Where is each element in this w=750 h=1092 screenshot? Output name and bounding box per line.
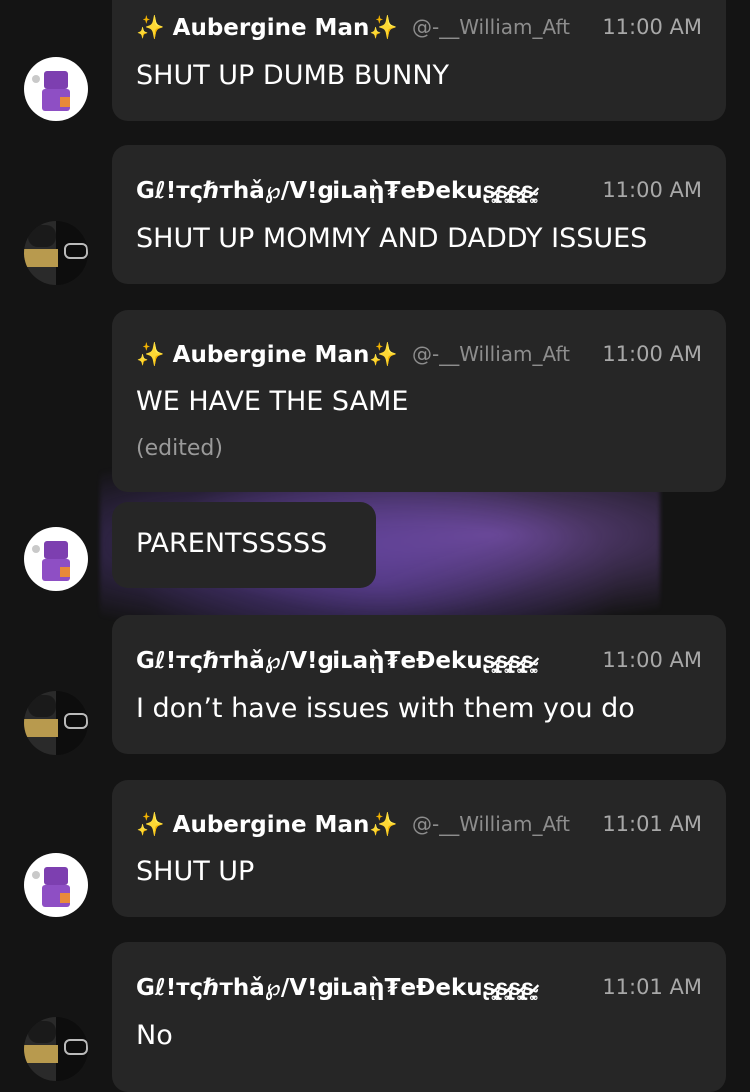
user-handle: @-__William_Aft	[411, 15, 571, 39]
username[interactable]: ✨ Aubergine Man✨	[136, 341, 398, 368]
message-bubble[interactable]: ✨ Aubergine Man✨ @-__William_Aft 11:00 A…	[112, 0, 726, 121]
message-text: I don’t have issues with them you do	[136, 693, 635, 724]
user-avatar-purple[interactable]	[24, 57, 88, 121]
user-handle: @-__William_Aft	[411, 342, 571, 366]
username[interactable]: Gℓ!тςℏтhǎ℘/V!ցiʟaῂ₮eĐekuʂ̴̷͚͙ʂ̴̷͚͙ʂ̴̷͚͙ʂ…	[136, 974, 571, 1001]
message-text: SHUT UP DUMB BUNNY	[136, 60, 450, 91]
message-header: ✨ Aubergine Man✨ @-__William_Aft 11:00 A…	[136, 339, 702, 369]
username[interactable]: Gℓ!тςℏтhǎ℘/V!ցiʟaῂ₮eĐekuʂ̴̷͚͙ʂ̴̷͚͙ʂ̴̷͚͙ʂ…	[136, 647, 571, 674]
timestamp: 11:00 AM	[602, 15, 702, 39]
user-avatar-dark[interactable]	[24, 221, 88, 285]
timestamp: 11:00 AM	[602, 648, 702, 672]
user-avatar-dark[interactable]	[24, 691, 88, 755]
message-header: Gℓ!тςℏтhǎ℘/V!ցiʟaῂ₮eĐekuʂ̴̷͚͙ʂ̴̷͚͙ʂ̴̷͚͙ʂ…	[136, 972, 702, 1002]
user-avatar-purple[interactable]	[24, 853, 88, 917]
username[interactable]: Gℓ!тςℏтhǎ℘/V!ցiʟaῂ₮eĐekuʂ̴̷͚͙ʂ̴̷͚͙ʂ̴̷͚͙ʂ…	[136, 177, 571, 204]
message-header: Gℓ!тςℏтhǎ℘/V!ցiʟaῂ₮eĐekuʂ̴̷͚͙ʂ̴̷͚͙ʂ̴̷͚͙ʂ…	[136, 645, 702, 675]
message-text: SHUT UP MOMMY AND DADDY ISSUES	[136, 223, 648, 254]
username[interactable]: ✨ Aubergine Man✨	[136, 811, 398, 838]
user-avatar-dark[interactable]	[24, 1017, 88, 1081]
message-bubble[interactable]: Gℓ!тςℏтhǎ℘/V!ցiʟaῂ₮eĐekuʂ̴̷͚͙ʂ̴̷͚͙ʂ̴̷͚͙ʂ…	[112, 145, 726, 284]
message-bubble[interactable]: Gℓ!тςℏтhǎ℘/V!ցiʟaῂ₮eĐekuʂ̴̷͚͙ʂ̴̷͚͙ʂ̴̷͚͙ʂ…	[112, 942, 726, 1092]
edited-label: (edited)	[136, 436, 223, 461]
timestamp: 11:00 AM	[602, 178, 702, 202]
timestamp: 11:01 AM	[602, 975, 702, 999]
message-bubble[interactable]: ✨ Aubergine Man✨ @-__William_Aft 11:00 A…	[112, 310, 726, 492]
message-header: Gℓ!тςℏтhǎ℘/V!ցiʟaῂ₮eĐekuʂ̴̷͚͙ʂ̴̷͚͙ʂ̴̷͚͙ʂ…	[136, 175, 702, 205]
timestamp: 11:00 AM	[602, 342, 702, 366]
message-header: ✨ Aubergine Man✨ @-__William_Aft 11:00 A…	[136, 12, 702, 42]
user-avatar-purple[interactable]	[24, 527, 88, 591]
message-text: PARENTSSSSS	[136, 528, 328, 559]
message-text: WE HAVE THE SAME	[136, 386, 409, 417]
message-bubble[interactable]: ✨ Aubergine Man✨ @-__William_Aft 11:01 A…	[112, 780, 726, 917]
timestamp: 11:01 AM	[602, 812, 702, 836]
message-text: No	[136, 1020, 173, 1051]
username[interactable]: ✨ Aubergine Man✨	[136, 14, 398, 41]
message-header: ✨ Aubergine Man✨ @-__William_Aft 11:01 A…	[136, 809, 702, 839]
user-handle: @-__William_Aft	[411, 812, 571, 836]
message-bubble[interactable]: PARENTSSSSS	[112, 502, 376, 588]
message-bubble[interactable]: Gℓ!тςℏтhǎ℘/V!ցiʟaῂ₮eĐekuʂ̴̷͚͙ʂ̴̷͚͙ʂ̴̷͚͙ʂ…	[112, 615, 726, 754]
message-text: SHUT UP	[136, 856, 255, 887]
